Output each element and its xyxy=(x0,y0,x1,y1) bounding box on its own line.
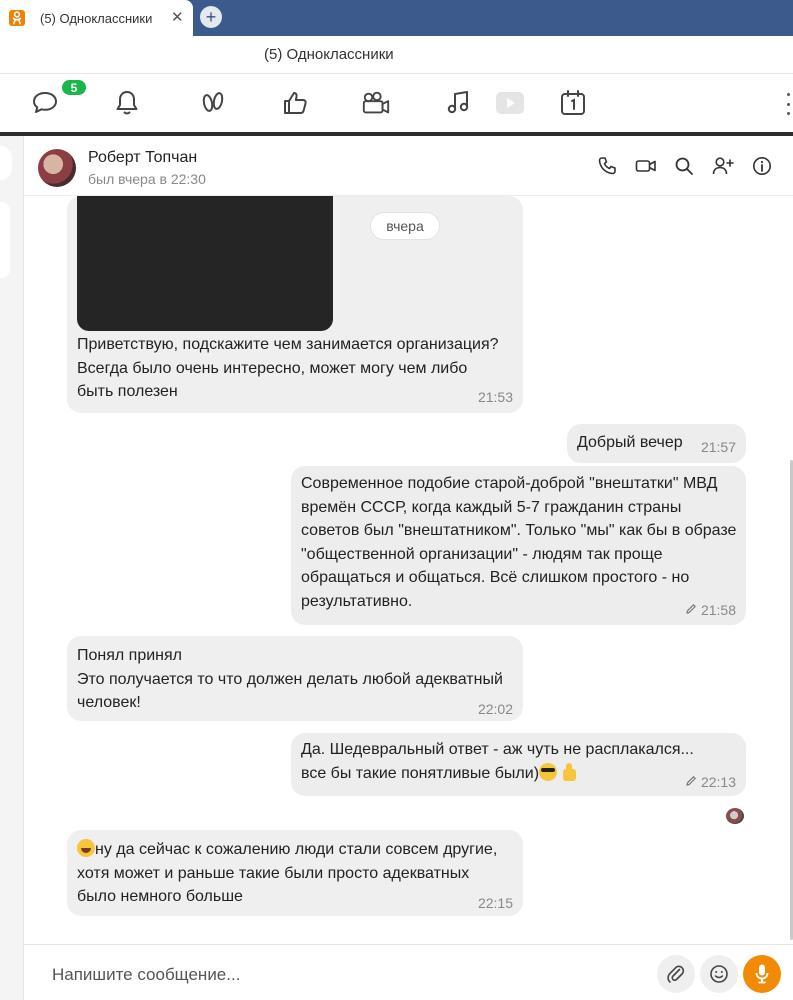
thumbs-up-icon xyxy=(557,762,579,781)
browser-tab-strip: (5) Одноклассники ✕ + xyxy=(0,0,793,36)
more-menu-icon[interactable] xyxy=(785,93,791,115)
voice-message-button[interactable] xyxy=(743,955,781,993)
smiley-icon xyxy=(710,965,728,983)
chat-list-collapsed xyxy=(0,136,24,1000)
message-text: ну да сейчас к сожалению люди стали совс… xyxy=(77,841,502,905)
messages-count-badge: 5 xyxy=(60,78,88,97)
video-call-icon[interactable] xyxy=(635,155,657,177)
message-incoming[interactable]: ну да сейчас к сожалению люди стали совс… xyxy=(67,830,523,916)
message-outgoing[interactable]: Современное подобие старой-доброй "внешт… xyxy=(291,466,746,625)
message-text: Приветствую, подскажите чем занимается о… xyxy=(77,336,508,400)
message-text: Добрый вечер xyxy=(577,434,683,451)
message-text-wrapper: Да. Шедевральный ответ - аж чуть не расп… xyxy=(301,738,711,785)
message-incoming[interactable]: Приветствую, подскажите чем занимается о… xyxy=(67,196,523,413)
message-outgoing[interactable]: Да. Шедевральный ответ - аж чуть не расп… xyxy=(291,733,746,796)
message-text: Да. Шедевральный ответ - аж чуть не расп… xyxy=(301,741,699,782)
chat-list-item-preview[interactable] xyxy=(0,202,10,278)
phone-call-icon[interactable] xyxy=(596,155,618,177)
edited-pencil-icon xyxy=(685,771,697,795)
contact-avatar[interactable] xyxy=(38,149,76,187)
calendar-icon[interactable] xyxy=(558,87,588,119)
message-time: 21:57 xyxy=(700,439,736,455)
guests-icon[interactable] xyxy=(198,87,228,119)
microphone-icon xyxy=(755,964,769,984)
notifications-icon[interactable] xyxy=(112,87,142,119)
message-time: 21:58 xyxy=(685,599,736,623)
message-time: 22:15 xyxy=(477,895,513,911)
contact-name[interactable]: Роберт Топчан xyxy=(88,149,197,167)
message-time: 21:53 xyxy=(477,389,513,405)
smiling-face-with-sunglasses-icon xyxy=(539,762,558,781)
messages-icon[interactable] xyxy=(31,87,61,119)
contact-last-seen: был вчера в 22:30 xyxy=(88,171,206,187)
chat-list-back-control[interactable] xyxy=(0,146,12,180)
message-incoming[interactable]: Понял принял Это получается то что долже… xyxy=(67,636,523,721)
search-icon[interactable] xyxy=(673,155,695,177)
browser-tab[interactable]: (5) Одноклассники ✕ xyxy=(0,0,193,36)
message-outgoing[interactable]: Добрый вечер 21:57 xyxy=(567,424,746,463)
tab-close-icon[interactable]: ✕ xyxy=(171,10,184,26)
likes-icon[interactable] xyxy=(280,87,310,119)
new-tab-button[interactable]: + xyxy=(200,6,222,28)
read-receipt-avatar xyxy=(726,808,744,824)
paperclip-icon xyxy=(667,965,685,983)
message-text-wrapper: ну да сейчас к сожалению люди стали совс… xyxy=(77,838,507,909)
video-play-icon[interactable] xyxy=(494,87,526,119)
video-icon[interactable] xyxy=(361,87,391,119)
info-icon[interactable] xyxy=(751,155,773,177)
odnoklassniki-favicon-icon xyxy=(9,10,25,26)
add-participant-icon[interactable] xyxy=(712,155,734,177)
attach-file-button[interactable] xyxy=(657,955,695,993)
message-image-attachment[interactable] xyxy=(77,196,333,331)
window-title: (5) Одноклассники xyxy=(264,46,394,63)
date-separator: вчера xyxy=(370,212,440,240)
browser-tab-title: (5) Одноклассники xyxy=(40,10,153,26)
message-text: Понял принял Это получается то что долже… xyxy=(77,647,503,711)
message-time: 22:13 xyxy=(685,771,736,795)
music-icon[interactable] xyxy=(444,87,474,119)
emoji-picker-button[interactable] xyxy=(700,955,738,993)
chat-header: Роберт Топчан был вчера в 22:30 xyxy=(24,136,793,196)
message-text: Современное подобие старой-доброй "внешт… xyxy=(301,475,741,610)
edited-pencil-icon xyxy=(685,599,697,623)
tears-of-joy-icon xyxy=(77,839,95,857)
message-time: 22:02 xyxy=(477,701,513,717)
message-input[interactable] xyxy=(52,962,642,988)
window-title-bar: (5) Одноклассники xyxy=(0,36,793,74)
